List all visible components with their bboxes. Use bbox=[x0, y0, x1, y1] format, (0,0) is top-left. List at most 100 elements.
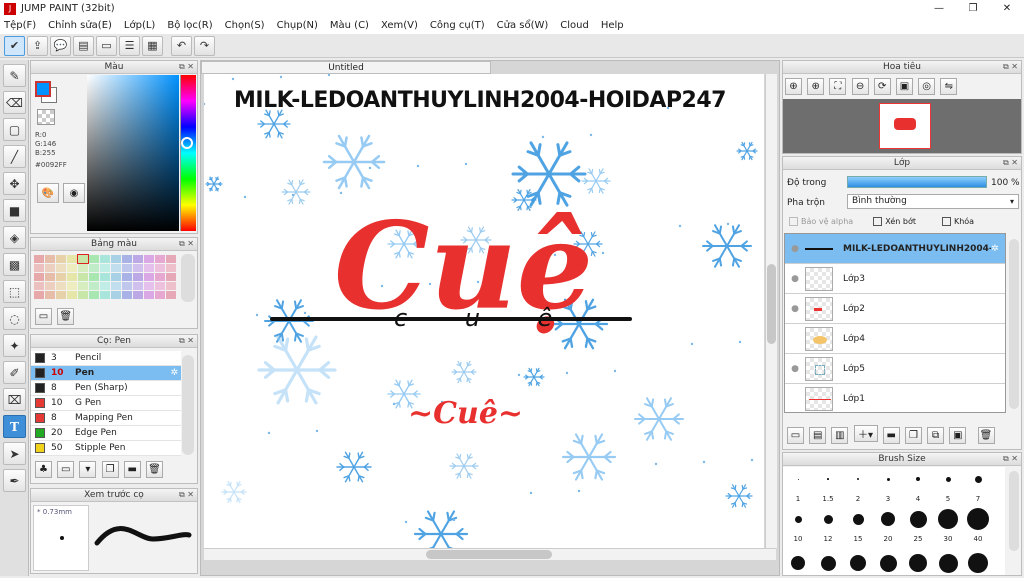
brush-size-dot[interactable] bbox=[967, 508, 989, 530]
brush-size-dot[interactable] bbox=[974, 475, 982, 483]
zoom-in-icon[interactable]: ⊕ bbox=[807, 78, 825, 95]
palette-swatch[interactable] bbox=[45, 264, 55, 272]
brush-item-edge-pen[interactable]: 20 Edge Pen bbox=[31, 426, 181, 441]
palette-swatch[interactable] bbox=[166, 255, 176, 263]
palette-swatch[interactable] bbox=[100, 255, 110, 263]
brush-size-dot[interactable] bbox=[968, 553, 988, 573]
grid-layout-icon[interactable]: ▦ bbox=[142, 35, 163, 56]
brush-item-g-pen[interactable]: 10 G Pen bbox=[31, 396, 181, 411]
new-layer-menu-icon[interactable]: ＋▾ bbox=[853, 425, 878, 442]
panel-controls-icon[interactable]: ⧉ ✕ bbox=[179, 489, 194, 501]
palette-swatch[interactable] bbox=[133, 273, 143, 281]
palette-swatch[interactable] bbox=[144, 264, 154, 272]
palette-swatch[interactable] bbox=[45, 273, 55, 281]
panel-controls-icon[interactable]: ⧉ ✕ bbox=[179, 335, 194, 347]
merge-layer-icon[interactable]: ⧉ bbox=[927, 427, 945, 444]
move-tool-icon[interactable]: ✥ bbox=[3, 172, 26, 195]
palette-swatch[interactable] bbox=[56, 273, 66, 281]
document-icon[interactable]: ☰ bbox=[119, 35, 140, 56]
palette-swatch[interactable] bbox=[56, 264, 66, 272]
new-layer-icon[interactable]: ▭ bbox=[787, 427, 804, 444]
menu-view[interactable]: Xem(V) bbox=[381, 20, 418, 31]
palette-swatch[interactable] bbox=[78, 291, 88, 299]
hue-slider[interactable] bbox=[180, 75, 196, 231]
delete-layer-icon[interactable]: 🗑 bbox=[977, 427, 995, 444]
page-icon[interactable]: ▭ bbox=[96, 35, 117, 56]
brush-size-dot[interactable] bbox=[852, 513, 864, 525]
gradient-tool-icon[interactable]: ▩ bbox=[3, 253, 26, 276]
palette-swatch[interactable] bbox=[133, 264, 143, 272]
palette-swatch[interactable] bbox=[166, 273, 176, 281]
brush-item-pencil[interactable]: 3 Pencil bbox=[31, 351, 181, 366]
cloud-check-icon[interactable]: ✔ bbox=[4, 35, 25, 56]
select-eraser-tool-icon[interactable]: ⌧ bbox=[3, 388, 26, 411]
menu-select[interactable]: Chọn(S) bbox=[225, 20, 265, 31]
comment-icon[interactable]: 💬 bbox=[50, 35, 71, 56]
rotate-reset-icon[interactable]: ◎ bbox=[918, 78, 936, 95]
new-brush-icon[interactable]: ▭ bbox=[57, 461, 75, 478]
rectangle-tool-icon[interactable]: ▢ bbox=[3, 118, 26, 141]
flip-icon[interactable]: ⇋ bbox=[940, 78, 958, 95]
menu-file[interactable]: Tệp(F) bbox=[4, 20, 36, 31]
palette-swatch[interactable] bbox=[67, 264, 77, 272]
palette-scrollbar[interactable] bbox=[181, 254, 195, 302]
eyedropper-tool-icon[interactable]: ✒ bbox=[3, 469, 26, 492]
layer-row-lop5[interactable]: ● Lớp5 bbox=[785, 354, 1005, 384]
brush-size-dot[interactable] bbox=[909, 510, 927, 528]
palette-swatch[interactable] bbox=[67, 291, 77, 299]
palette-swatch[interactable] bbox=[77, 254, 89, 264]
brush-size-dot[interactable] bbox=[857, 478, 859, 480]
brush-item-mapping-pen[interactable]: 8 Mapping Pen bbox=[31, 411, 181, 426]
layer-visibility-icon[interactable]: ● bbox=[785, 304, 805, 314]
brush-size-dot[interactable] bbox=[820, 555, 836, 571]
palette-swatch[interactable] bbox=[67, 273, 77, 281]
magic-wand-tool-icon[interactable]: ✦ bbox=[3, 334, 26, 357]
layer-row-lop3[interactable]: ● Lớp3 bbox=[785, 264, 1005, 294]
palette-swatch[interactable] bbox=[122, 282, 132, 290]
brush-size-dot[interactable] bbox=[797, 478, 799, 480]
palette-swatch[interactable] bbox=[67, 255, 77, 263]
brush-size-dot[interactable] bbox=[850, 555, 866, 571]
palette-swatch[interactable] bbox=[111, 255, 121, 263]
palette-swatch[interactable] bbox=[155, 291, 165, 299]
duplicate-layer-icon[interactable]: ❐ bbox=[904, 427, 922, 444]
palette-swatch[interactable] bbox=[122, 273, 132, 281]
panel-controls-icon[interactable]: ⧉ ✕ bbox=[1003, 61, 1018, 73]
brush-item-pen-sharp[interactable]: 8 Pen (Sharp) bbox=[31, 381, 181, 396]
select-pen-tool-icon[interactable]: ✐ bbox=[3, 361, 26, 384]
palette-swatch-grid[interactable] bbox=[33, 254, 181, 302]
close-button[interactable]: ✕ bbox=[990, 0, 1024, 17]
palette-swatch[interactable] bbox=[155, 282, 165, 290]
brush-delete-icon[interactable]: 🗑 bbox=[145, 461, 163, 478]
menu-edit[interactable]: Chỉnh sửa(E) bbox=[48, 20, 112, 31]
navigator-view[interactable] bbox=[783, 99, 1021, 153]
new-raster-layer-icon[interactable]: ▤ bbox=[809, 427, 827, 444]
layer-row-text[interactable]: ● MILK-LEDOANTHUYLINH2004-H ✲ bbox=[785, 234, 1005, 264]
palette-swatch[interactable] bbox=[89, 282, 99, 290]
palette-swatch[interactable] bbox=[144, 291, 154, 299]
palette-swatch[interactable] bbox=[100, 273, 110, 281]
palette-swatch[interactable] bbox=[34, 273, 44, 281]
palette-swatch[interactable] bbox=[56, 291, 66, 299]
panel-controls-icon[interactable]: ⧉ ✕ bbox=[179, 61, 194, 73]
fill-rect-tool-icon[interactable]: ■ bbox=[3, 199, 26, 222]
menu-color[interactable]: Màu (C) bbox=[330, 20, 369, 31]
palette-swatch[interactable] bbox=[144, 255, 154, 263]
palette-swatch[interactable] bbox=[34, 255, 44, 263]
palette-swatch[interactable] bbox=[34, 291, 44, 299]
brush-size-dot[interactable] bbox=[886, 477, 890, 481]
palette-swatch[interactable] bbox=[100, 264, 110, 272]
layer-row-lop2[interactable]: ● Lớp2 bbox=[785, 294, 1005, 324]
brush-size-dot[interactable] bbox=[938, 553, 958, 573]
palette-swatch[interactable] bbox=[166, 291, 176, 299]
panel-controls-icon[interactable]: ⧉ ✕ bbox=[1003, 157, 1018, 169]
transparent-color-swatch[interactable] bbox=[37, 109, 55, 125]
eraser-tool-icon[interactable]: ⌫ bbox=[3, 91, 26, 114]
canvas-tab[interactable]: Untitled bbox=[201, 61, 491, 74]
brush-size-dot[interactable] bbox=[791, 556, 805, 570]
brush-size-dot[interactable] bbox=[879, 554, 897, 572]
foreground-color-swatch[interactable] bbox=[35, 81, 51, 97]
vertical-scroll-thumb[interactable] bbox=[767, 264, 776, 344]
brush-item-pen[interactable]: 10 Pen ✲ bbox=[31, 366, 181, 381]
palette-swatch[interactable] bbox=[166, 282, 176, 290]
